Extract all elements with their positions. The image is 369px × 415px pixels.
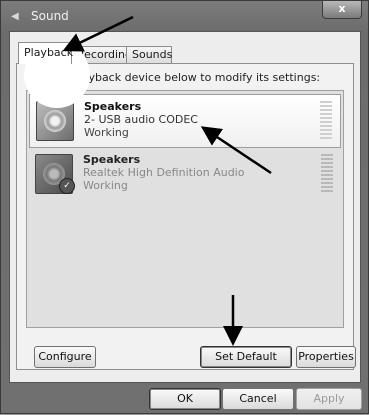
device-description: Realtek High Definition Audio — [83, 166, 245, 179]
window-title: Sound — [31, 9, 69, 23]
properties-button[interactable]: Properties — [296, 346, 356, 368]
title-bar[interactable]: ◀ Sound x — [1, 1, 368, 31]
tab-playback[interactable]: Playback — [18, 42, 73, 64]
set-default-button[interactable]: Set Default — [200, 346, 292, 368]
ok-button[interactable]: OK — [149, 388, 221, 410]
close-button[interactable]: x — [322, 1, 362, 19]
configure-button[interactable]: Configure — [34, 346, 96, 368]
cancel-button[interactable]: Cancel — [222, 388, 294, 410]
volume-meter — [320, 101, 332, 141]
apply-button[interactable]: Apply — [296, 388, 362, 410]
device-status: Working — [84, 126, 129, 139]
dialog-body: Playback Recording Sounds Select a playb… — [9, 31, 361, 383]
sound-dialog: ◀ Sound x Playback Recording Sounds Sele… — [0, 0, 369, 414]
device-name: Speakers — [84, 100, 142, 113]
device-description: 2- USB audio CODEC — [84, 113, 198, 126]
device-list[interactable]: Speakers 2- USB audio CODEC Working ✓ Sp… — [26, 90, 344, 328]
device-status: Working — [83, 179, 128, 192]
playback-panel: Select a playback device below to modify… — [16, 63, 356, 370]
tab-sounds[interactable]: Sounds — [126, 46, 172, 63]
check-icon: ✓ — [59, 178, 75, 194]
volume-meter — [321, 154, 333, 194]
device-item-realtek-speakers[interactable]: ✓ Speakers Realtek High Definition Audio… — [29, 148, 341, 202]
device-name: Speakers — [83, 153, 141, 166]
speaker-icon: ◀ — [11, 11, 19, 22]
